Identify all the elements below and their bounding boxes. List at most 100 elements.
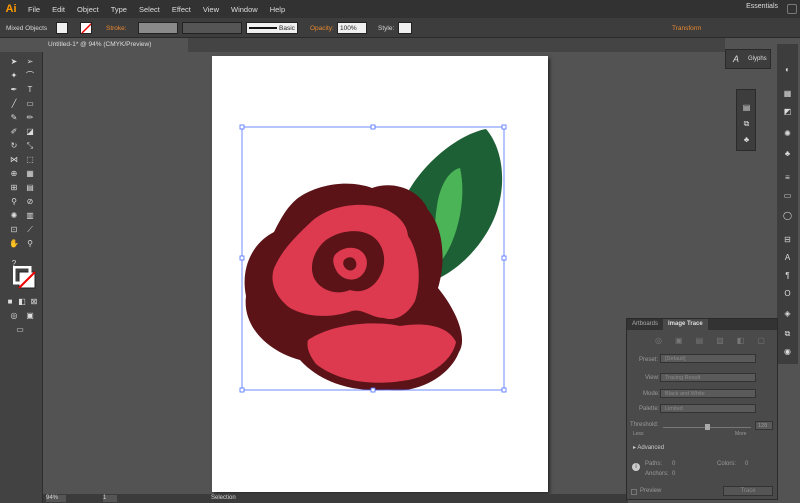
align-icon[interactable]: ▤ (741, 102, 752, 113)
draw-inside-icon[interactable]: ▣ (24, 310, 36, 321)
artboards-icon[interactable]: ⧉ (782, 328, 793, 339)
artboard-number-field[interactable]: 1 (103, 495, 117, 502)
color-icon[interactable]: ◐ (782, 64, 793, 75)
perspective-grid-icon[interactable]: ▦ (24, 168, 36, 179)
glyphs-panel-tab[interactable]: A Glyphs (725, 49, 771, 69)
workspace-switcher[interactable]: Essentials (746, 3, 778, 10)
preview-checkbox[interactable] (631, 489, 637, 495)
opacity-field[interactable]: 100% (337, 22, 367, 34)
preset-select[interactable]: [Default] (660, 354, 756, 363)
color-guide-icon[interactable]: ◩ (782, 106, 793, 117)
direct-selection-icon[interactable]: ➢ (24, 56, 36, 67)
mesh-tool-icon[interactable]: ⊞ (8, 182, 20, 193)
magic-wand-icon[interactable]: ✦ (8, 70, 20, 81)
transform-link[interactable]: Transform (672, 22, 701, 34)
stroke-weight-field[interactable] (138, 22, 178, 34)
free-transform-icon[interactable]: ⬚ (24, 154, 36, 165)
opacity-label[interactable]: Opacity: (310, 22, 334, 34)
tab-artboards[interactable]: Artboards (627, 319, 663, 330)
eraser-icon[interactable]: ◪ (24, 126, 36, 137)
pen-tool-icon[interactable]: ✒ (8, 84, 20, 95)
advanced-toggle[interactable]: ▸ Advanced (633, 444, 664, 451)
symbol-icon[interactable]: ⧉ (741, 118, 752, 129)
shape-builder-icon[interactable]: ⊕ (8, 168, 20, 179)
threshold-slider-handle[interactable] (705, 424, 710, 430)
gradient-icon[interactable]: ▭ (782, 190, 793, 201)
outline-icon[interactable]: ▢ (757, 336, 765, 346)
paragraph-icon[interactable]: ¶ (782, 270, 793, 281)
selection-tool-icon[interactable]: ➤ (8, 56, 20, 67)
variable-width-profile[interactable] (182, 22, 242, 34)
hand-tool-icon[interactable]: ✋ (8, 238, 20, 249)
artboard-tool-icon[interactable]: ⊡ (8, 224, 20, 235)
opentype-icon[interactable]: O (782, 288, 793, 299)
fill-stroke-icon[interactable] (13, 266, 37, 290)
swatches-icon[interactable]: ▦ (782, 88, 793, 99)
blend-tool-icon[interactable]: ⊘ (24, 196, 36, 207)
high-color-icon[interactable]: ▣ (675, 336, 683, 346)
appearance-icon[interactable]: ⊟ (782, 234, 793, 245)
pencil-icon[interactable]: ✏ (24, 112, 36, 123)
stroke-label[interactable]: Stroke: (106, 22, 127, 34)
menu-help[interactable]: Help (264, 5, 291, 14)
trace-button[interactable]: Trace (723, 486, 773, 496)
symbol-sprayer-icon[interactable]: ✺ (8, 210, 20, 221)
draw-mode-icon[interactable]: ◎ (8, 310, 20, 321)
anchors-label: Anchors: (645, 471, 669, 477)
scale-icon[interactable]: ⤡ (24, 140, 36, 151)
slice-tool-icon[interactable]: ⟋ (24, 224, 36, 235)
stroke-icon[interactable]: ≡ (782, 172, 793, 183)
rectangle-tool-icon[interactable]: ▭ (24, 98, 36, 109)
line-tool-icon[interactable]: ╱ (8, 98, 20, 109)
menu-file[interactable]: File (22, 5, 46, 14)
zoom-tool-icon[interactable]: ⚲ (24, 238, 36, 249)
menu-view[interactable]: View (197, 5, 225, 14)
document-tab[interactable]: Untitled-1* @ 94% (CMYK/Preview) (43, 38, 188, 52)
colors-label: Colors: (717, 461, 737, 467)
eyedropper-icon[interactable]: ⚲ (8, 196, 20, 207)
graphic-style-swatch[interactable] (398, 22, 412, 34)
menu-object[interactable]: Object (71, 5, 105, 14)
screen-mode-icon[interactable]: ▭ (14, 324, 26, 335)
character-icon[interactable]: A (782, 252, 793, 263)
low-color-icon[interactable]: ▤ (696, 336, 704, 346)
layers-icon[interactable]: ◈ (782, 308, 793, 319)
none-mode-icon[interactable]: ⊠ (28, 296, 40, 307)
fill-color-icon[interactable]: ■ (4, 296, 16, 307)
transparency-icon[interactable]: ◯ (782, 210, 793, 221)
search-icon[interactable] (787, 4, 797, 14)
paintbrush-icon[interactable]: ✎ (8, 112, 20, 123)
menu-window[interactable]: Window (225, 5, 264, 14)
blob-brush-icon[interactable]: ✐ (8, 126, 20, 137)
current-tool-status[interactable]: Selection (211, 495, 236, 501)
palette-select[interactable]: Limited (660, 404, 756, 413)
tab-image-trace[interactable]: Image Trace (663, 319, 708, 330)
gradient-mode-icon[interactable]: ◧ (16, 296, 28, 307)
view-select[interactable]: Tracing Result (660, 373, 756, 382)
auto-color-icon[interactable]: ◎ (655, 336, 662, 346)
threshold-value-field[interactable]: 128 (755, 421, 773, 430)
brushes-icon[interactable]: ✺ (782, 128, 793, 139)
tools-panel: ➤ ➢ ✦ ⌒ ✒ T ╱ ▭ ✎ ✏ ✐ ◪ ↻ ⤡ ⋈ ⬚ ⊕ ▦ ⊞ ▤ … (0, 52, 43, 503)
mode-select[interactable]: Black and White (660, 389, 756, 398)
grayscale-icon[interactable]: ▨ (716, 336, 724, 346)
zoom-level-field[interactable]: 94% (46, 495, 66, 502)
gradient-tool-icon[interactable]: ▤ (24, 182, 36, 193)
menu-type[interactable]: Type (105, 5, 133, 14)
symbols-icon[interactable]: ♣ (782, 148, 793, 159)
rose-artwork[interactable] (212, 56, 548, 492)
fill-swatch[interactable] (56, 22, 68, 34)
width-tool-icon[interactable]: ⋈ (8, 154, 20, 165)
menu-effect[interactable]: Effect (166, 5, 197, 14)
image-trace-icon[interactable]: ◉ (782, 346, 793, 357)
stroke-swatch[interactable] (80, 22, 92, 34)
club-icon[interactable]: ♣ (741, 134, 752, 145)
paths-value: 0 (672, 461, 676, 467)
type-tool-icon[interactable]: T (24, 84, 36, 95)
rotate-icon[interactable]: ↻ (8, 140, 20, 151)
black-white-icon[interactable]: ◧ (737, 336, 745, 346)
menu-edit[interactable]: Edit (46, 5, 71, 14)
column-graph-icon[interactable]: ▥ (24, 210, 36, 221)
lasso-icon[interactable]: ⌒ (24, 70, 36, 81)
menu-select[interactable]: Select (133, 5, 166, 14)
